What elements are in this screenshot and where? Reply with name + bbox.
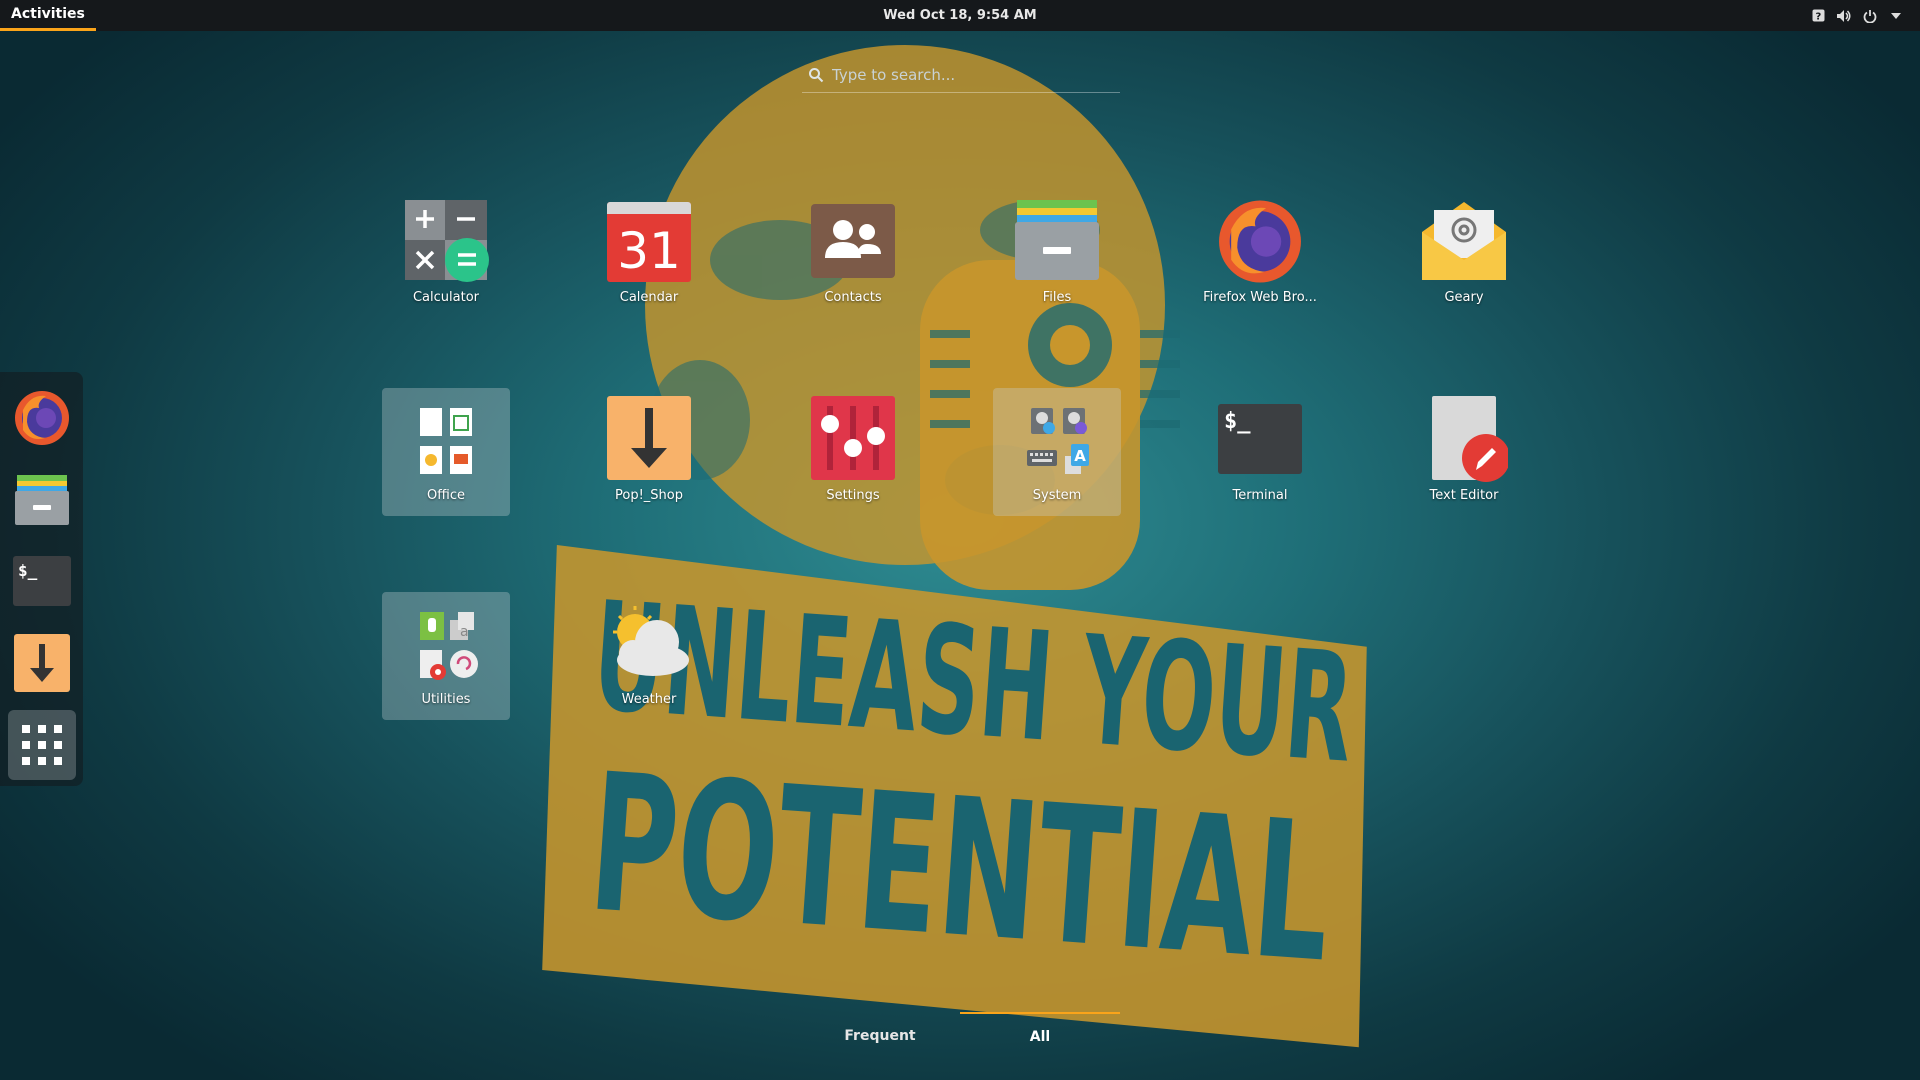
app-text-editor[interactable]: Text Editor	[1400, 388, 1528, 516]
app-settings[interactable]: Settings	[789, 388, 917, 516]
app-label: Pop!_Shop	[615, 488, 683, 503]
office-folder-icon	[420, 408, 472, 474]
app-firefox[interactable]: Firefox Web Bro...	[1196, 190, 1324, 318]
app-label: Calculator	[412, 290, 479, 305]
weather-cloud-sun-icon	[613, 606, 689, 676]
wallpaper: UNLEASH YOUR POTENTIAL	[542, 45, 1367, 1048]
pop-shop-icon	[14, 634, 70, 692]
app-label: Terminal	[1232, 488, 1288, 503]
utilities-folder-icon: a	[420, 612, 478, 680]
dock-item-firefox[interactable]	[8, 382, 76, 452]
search-icon	[809, 68, 824, 83]
app-label: Files	[1042, 290, 1072, 305]
dock-item-show-apps[interactable]	[8, 710, 76, 780]
volume-icon[interactable]	[1836, 8, 1852, 24]
show-apps-grid-icon	[22, 725, 62, 765]
svg-text:A: A	[1074, 447, 1086, 465]
app-label: Utilities	[421, 692, 471, 707]
app-pop-shop[interactable]: Pop!_Shop	[585, 388, 713, 516]
app-label: Settings	[826, 488, 880, 503]
tab-all[interactable]: All	[960, 1012, 1120, 1060]
firefox-icon	[15, 391, 69, 445]
settings-sliders-icon	[811, 396, 895, 480]
help-icon[interactable]: ?	[1810, 8, 1826, 24]
svg-text:$_: $_	[18, 561, 38, 580]
dock-item-pop-shop[interactable]	[8, 628, 76, 698]
search-bar[interactable]	[802, 58, 1120, 93]
app-folder-office[interactable]: Office	[382, 388, 510, 516]
calendar-icon: 31	[607, 202, 691, 282]
terminal-prompt: $_	[1224, 409, 1251, 434]
top-bar: Activities Wed Oct 18, 9:54 AM ?	[0, 0, 1920, 31]
text-editor-icon	[1432, 396, 1508, 482]
svg-text:a: a	[460, 624, 469, 640]
app-geary[interactable]: Geary	[1400, 190, 1528, 318]
app-label: Text Editor	[1429, 488, 1499, 503]
chevron-down-icon[interactable]	[1888, 8, 1904, 24]
tab-frequent[interactable]: Frequent	[800, 1012, 960, 1060]
terminal-icon: $_	[13, 556, 71, 606]
app-label: Office	[427, 488, 465, 503]
dock: $_	[0, 372, 83, 786]
files-icon	[1015, 200, 1099, 280]
dock-item-files[interactable]	[8, 464, 76, 534]
app-calendar[interactable]: 31 Calendar	[585, 190, 713, 318]
svg-text:?: ?	[1815, 12, 1821, 23]
calculator-icon	[405, 200, 489, 282]
terminal-icon: $_	[1218, 404, 1302, 474]
app-label: System	[1032, 488, 1082, 503]
dock-item-terminal[interactable]: $_	[8, 546, 76, 616]
app-weather[interactable]: Weather	[585, 592, 713, 720]
app-files[interactable]: Files	[993, 190, 1121, 318]
app-label: Contacts	[824, 290, 882, 305]
app-folder-system[interactable]: A System	[993, 388, 1121, 516]
activities-button[interactable]: Activities	[0, 0, 96, 31]
clock[interactable]: Wed Oct 18, 9:54 AM	[883, 8, 1036, 23]
app-contacts[interactable]: Contacts	[789, 190, 917, 318]
app-calculator[interactable]: Calculator	[382, 190, 510, 318]
app-label: Calendar	[619, 290, 679, 305]
mail-envelope-icon	[1422, 202, 1506, 280]
view-tabs: Frequent All	[800, 1012, 1120, 1060]
app-folder-utilities[interactable]: a Utilities	[382, 592, 510, 720]
pop-shop-icon	[607, 396, 691, 480]
firefox-icon	[1219, 200, 1301, 283]
files-icon	[15, 475, 69, 525]
power-icon[interactable]	[1862, 8, 1878, 24]
search-input[interactable]	[830, 65, 1114, 85]
system-folder-icon: A	[1027, 408, 1089, 474]
app-label: Geary	[1444, 290, 1484, 305]
app-label: Firefox Web Bro...	[1203, 290, 1317, 305]
app-terminal[interactable]: $_ Terminal	[1196, 388, 1324, 516]
calendar-day: 31	[617, 222, 681, 280]
contacts-icon	[811, 204, 895, 278]
app-label: Weather	[621, 692, 677, 707]
system-tray[interactable]: ?	[1810, 0, 1904, 31]
